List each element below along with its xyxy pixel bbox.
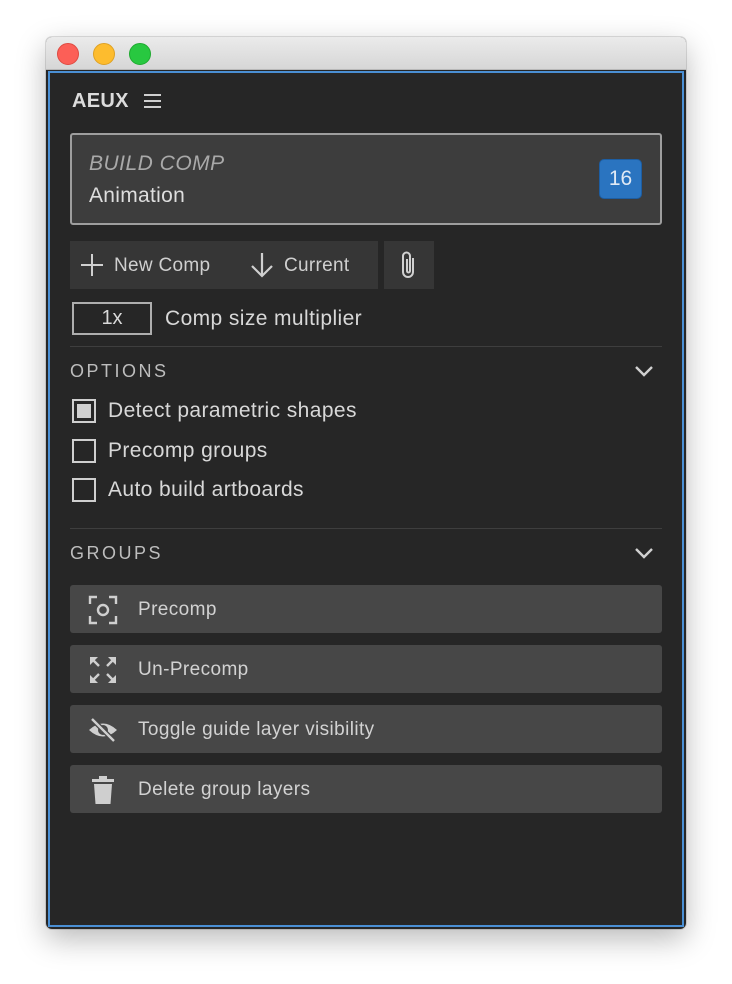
arrow-down-icon	[251, 253, 273, 278]
groups-chevron-down-icon[interactable]	[634, 546, 654, 560]
window-titlebar	[46, 37, 686, 70]
options-section-title: OPTIONS	[70, 361, 169, 381]
panel-title: AEUX	[72, 90, 129, 112]
trash-icon	[92, 776, 114, 804]
comp-size-multiplier-label: Comp size multiplier	[165, 307, 363, 330]
current-comp-label: Current	[284, 255, 350, 276]
checkbox-unchecked[interactable]	[72, 478, 96, 502]
app-window: AEUX BUILD COMP Animation 16 New Comp Cu…	[46, 37, 686, 929]
groups-section-title: GROUPS	[70, 543, 164, 563]
comp-name: Animation	[89, 184, 186, 207]
precomp-button[interactable]: Precomp	[70, 585, 662, 633]
build-comp-label: BUILD COMP	[89, 152, 225, 175]
layer-count-badge: 16	[599, 159, 642, 199]
precomp-focus-icon	[88, 595, 118, 625]
delete-group-layers-label: Delete group layers	[138, 779, 311, 800]
checkbox-label: Auto build artboards	[108, 478, 304, 501]
un-precomp-label: Un-Precomp	[138, 659, 249, 680]
new-comp-button[interactable]: New Comp	[70, 241, 240, 289]
checkbox-unchecked[interactable]	[72, 439, 96, 463]
divider	[70, 346, 662, 347]
new-comp-label: New Comp	[114, 255, 211, 276]
toggle-guide-visibility-button[interactable]: Toggle guide layer visibility	[70, 705, 662, 753]
maximize-window-button[interactable]	[129, 43, 151, 65]
options-chevron-down-icon[interactable]	[634, 364, 654, 378]
minimize-window-button[interactable]	[93, 43, 115, 65]
delete-group-layers-button[interactable]: Delete group layers	[70, 765, 662, 813]
close-window-button[interactable]	[57, 43, 79, 65]
hamburger-menu-icon[interactable]	[144, 93, 162, 109]
precomp-label: Precomp	[138, 599, 217, 620]
aeux-panel: AEUX BUILD COMP Animation 16 New Comp Cu…	[48, 71, 684, 927]
un-precomp-button[interactable]: Un-Precomp	[70, 645, 662, 693]
checkbox-label: Detect parametric shapes	[108, 399, 357, 422]
checkbox-label: Precomp groups	[108, 439, 268, 462]
comp-size-multiplier-input[interactable]: 1x	[72, 302, 152, 335]
divider	[70, 528, 662, 529]
plus-icon	[81, 254, 103, 276]
current-comp-button[interactable]: Current	[240, 241, 378, 289]
paperclip-icon	[402, 251, 414, 278]
toggle-guide-visibility-label: Toggle guide layer visibility	[138, 719, 375, 740]
build-comp-button[interactable]: BUILD COMP Animation 16	[70, 133, 662, 225]
expand-arrows-icon	[90, 657, 116, 683]
attach-button[interactable]	[384, 241, 434, 289]
eye-slash-icon	[89, 717, 117, 743]
checkbox-checked[interactable]	[72, 399, 96, 423]
